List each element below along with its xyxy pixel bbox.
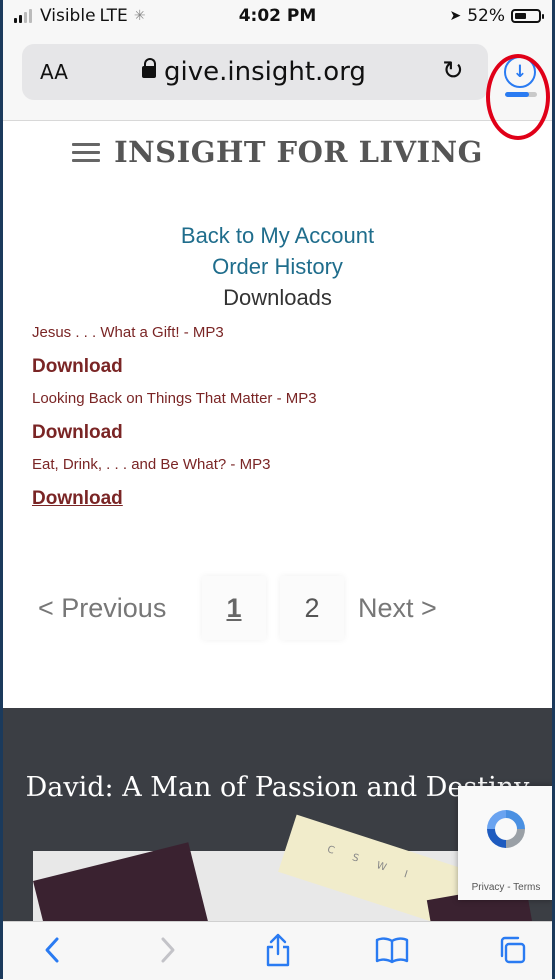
page-2-link[interactable]: 2	[280, 576, 344, 640]
next-page-link[interactable]: Next >	[358, 593, 437, 624]
browser-bottom-toolbar	[0, 921, 555, 980]
status-right: ➤ 52%	[449, 6, 544, 26]
highlight-annotation-circle	[486, 54, 550, 140]
url-text: give.insight.org	[164, 57, 366, 87]
list-item: Jesus . . . What a Gift! - MP3 Download	[32, 324, 532, 378]
url-display[interactable]: give.insight.org	[142, 57, 366, 87]
bookmarks-icon[interactable]	[370, 930, 414, 970]
recaptcha-icon	[487, 810, 525, 848]
status-bar: Visible LTE ✳ 4:02 PM ➤ 52%	[0, 0, 555, 36]
forward-arrow-icon[interactable]	[146, 930, 190, 970]
lock-icon	[142, 58, 156, 80]
download-link[interactable]: Download	[32, 422, 123, 444]
pagination: < Previous 1 2 Next >	[38, 576, 518, 640]
download-title: Eat, Drink, . . . and Be What? - MP3	[32, 456, 271, 473]
reload-icon[interactable]: ↻	[442, 56, 464, 86]
list-item: Looking Back on Things That Matter - MP3…	[32, 390, 532, 444]
tabs-icon[interactable]	[490, 930, 534, 970]
page-1-link[interactable]: 1	[202, 576, 266, 640]
book-cover-image: C S W I	[33, 814, 540, 923]
battery-percent: 52%	[467, 6, 505, 26]
download-link[interactable]: Download	[32, 356, 123, 378]
back-arrow-icon[interactable]	[30, 930, 74, 970]
downloads-list: Jesus . . . What a Gift! - MP3 Download …	[32, 324, 532, 522]
window-frame-left	[0, 0, 3, 979]
recaptcha-terms[interactable]: Privacy - Terms	[458, 882, 554, 893]
account-nav: Back to My Account Order History Downloa…	[0, 220, 555, 313]
battery-icon	[511, 9, 544, 23]
back-to-account-link[interactable]: Back to My Account	[0, 220, 555, 251]
previous-page-link[interactable]: < Previous	[38, 593, 188, 624]
list-item: Eat, Drink, . . . and Be What? - MP3 Dow…	[32, 456, 532, 510]
site-title[interactable]: INSIGHT FOR LIVING	[114, 135, 483, 169]
share-icon[interactable]	[256, 930, 300, 970]
order-history-link[interactable]: Order History	[0, 251, 555, 282]
book-image	[33, 842, 215, 923]
menu-icon[interactable]	[72, 142, 101, 162]
download-title: Looking Back on Things That Matter - MP3	[32, 390, 317, 407]
location-arrow-icon: ➤	[449, 8, 462, 24]
download-title: Jesus . . . What a Gift! - MP3	[32, 324, 224, 341]
site-header: INSIGHT FOR LIVING	[0, 130, 555, 174]
browser-address-bar: AA give.insight.org ↻ ↓	[0, 36, 555, 140]
text-size-button[interactable]: AA	[40, 60, 68, 84]
recaptcha-badge[interactable]: Privacy - Terms	[458, 786, 554, 900]
download-link[interactable]: Download	[32, 488, 123, 510]
url-field[interactable]: AA give.insight.org ↻	[22, 44, 488, 100]
downloads-heading: Downloads	[223, 285, 332, 310]
